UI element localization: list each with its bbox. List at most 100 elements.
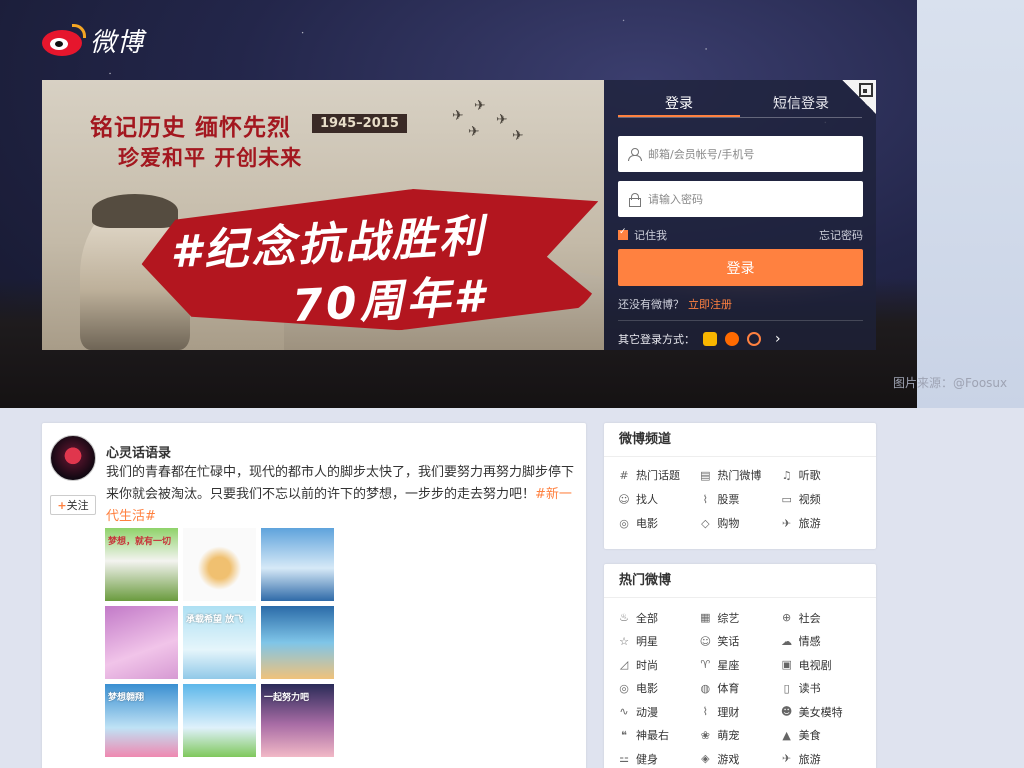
taobao-icon[interactable]: [725, 332, 739, 346]
chevron-right-icon[interactable]: ›: [775, 331, 781, 347]
hot-category-item-label: 明星: [636, 635, 658, 649]
remember-me-label: 记住我: [634, 229, 667, 242]
other-login-methods: 其它登录方式： ›: [618, 320, 863, 347]
hot-category-item[interactable]: ◿ 时尚: [618, 653, 699, 677]
username-field[interactable]: [618, 136, 863, 172]
hot-category-item[interactable]: ⊕ 社会: [781, 606, 862, 630]
paw-icon: ❀: [700, 728, 710, 742]
hot-category-item-label: 健身: [636, 752, 658, 766]
channels-card: 微博频道 # 热门话题 ▤ 热门微博 ♫ 听歌 ☺ 找人 ⌇ 股票 ▭ 视频 ◎ 电影 ◇ 购物 ✈ 旅游: [604, 423, 876, 549]
post-image[interactable]: [261, 606, 334, 679]
hot-category-item[interactable]: ❀ 萌宠: [699, 724, 780, 748]
hot-weibo-grid: ♨ 全部 ▦ 综艺 ⊕ 社会 ☆ 明星 ☺ 笑话 ☁ 情感 ◿ 时尚 ♈ 星座 ▣ 电视剧 ◎ 电影 ◍ 体育 ▯ 读书 ∿ 动漫…: [604, 598, 876, 768]
image-caption: 一起努力吧: [264, 693, 310, 703]
post-image[interactable]: [183, 684, 256, 757]
qq-icon[interactable]: [703, 332, 717, 346]
login-button[interactable]: 登录: [618, 249, 863, 286]
avatar[interactable]: [50, 435, 96, 481]
password-input[interactable]: [648, 192, 863, 206]
channel-item-label: 听歌: [798, 469, 821, 482]
chart-icon: ⌇: [702, 705, 709, 719]
follow-label: 关注: [66, 499, 89, 512]
hot-category-item-label: 美女模特: [798, 705, 843, 719]
gamepad-icon: ◈: [701, 752, 710, 766]
channel-item[interactable]: ☺ 找人: [618, 487, 699, 511]
channels-grid: # 热门话题 ▤ 热门微博 ♫ 听歌 ☺ 找人 ⌇ 股票 ▭ 视频 ◎ 电影 ◇ 购物 ✈ 旅游: [604, 457, 876, 535]
author-name[interactable]: 心灵话语录: [106, 442, 171, 461]
hot-category-item-label: 神最右: [636, 729, 669, 743]
hot-category-item[interactable]: ◎ 电影: [618, 677, 699, 701]
channel-item[interactable]: ◇ 购物: [699, 511, 780, 535]
post-image[interactable]: 一起努力吧: [261, 684, 334, 757]
channel-item[interactable]: ⌇ 股票: [699, 487, 780, 511]
hot-category-item[interactable]: ❝ 神最右: [618, 724, 699, 748]
channel-item[interactable]: ▤ 热门微博: [699, 463, 780, 487]
follow-button[interactable]: +关注: [50, 495, 96, 515]
hot-category-item[interactable]: ◈ 游戏: [699, 747, 780, 768]
hot-category-item[interactable]: ♈ 星座: [699, 653, 780, 677]
shoe-icon: ◿: [619, 658, 629, 672]
register-link[interactable]: 立即注册: [688, 298, 732, 311]
alipay-icon[interactable]: [747, 332, 761, 346]
post-image[interactable]: 承载希望 放飞: [183, 606, 256, 679]
login-panel: 登录 短信登录 记住我 忘记密码 登录 还没有微博？ 立即注册 其它登录方式： ›: [604, 80, 876, 350]
post-image[interactable]: [105, 606, 178, 679]
book-icon: ▯: [783, 681, 790, 695]
channel-item[interactable]: ◎ 电影: [618, 511, 699, 535]
promo-banner[interactable]: ✈ ✈ ✈ ✈ ✈ 铭记历史 缅怀先烈 珍爱和平 开创未来 1945–2015 #纪念抗…: [42, 80, 604, 350]
channel-item[interactable]: ▭ 视频: [781, 487, 862, 511]
tag-icon: ◇: [701, 516, 710, 530]
hot-weibo-card: 热门微博 ♨ 全部 ▦ 综艺 ⊕ 社会 ☆ 明星 ☺ 笑话 ☁ 情感 ◿ 时尚 ♈ 星座 ▣ 电视剧 ◎ 电影 ◍ 体育 ▯…: [604, 564, 876, 768]
channel-item[interactable]: # 热门话题: [618, 463, 699, 487]
channel-item-label: 找人: [636, 493, 658, 506]
weibo-eye-icon: [40, 23, 86, 58]
hot-category-item[interactable]: ⌇ 理财: [699, 700, 780, 724]
hot-category-item[interactable]: ☁ 情感: [781, 630, 862, 654]
hot-category-item-label: 星座: [717, 658, 740, 672]
weibo-logo[interactable]: 微博: [40, 22, 144, 59]
forgot-password-link[interactable]: 忘记密码: [819, 227, 863, 243]
hot-category-item[interactable]: ✈ 旅游: [781, 747, 862, 768]
cake-icon: ▲: [782, 728, 791, 742]
hot-category-item[interactable]: ♨ 全部: [618, 606, 699, 630]
hot-category-item[interactable]: ▦ 综艺: [699, 606, 780, 630]
post-body: 我们的青春都在忙碌中，现代的都市人的脚步太快了，我们要努力再努力脚步停下来你就会…: [106, 465, 575, 502]
register-row: 还没有微博？ 立即注册: [618, 296, 732, 312]
post-image[interactable]: [183, 528, 256, 601]
hot-category-item[interactable]: ∿ 动漫: [618, 700, 699, 724]
image-grid: 梦想，就有一切 承载希望 放飞 梦想翱翔 一起努力吧: [105, 528, 334, 757]
channel-item-label: 视频: [798, 493, 821, 506]
channel-item[interactable]: ✈ 旅游: [781, 511, 862, 535]
dragon-icon: ∿: [619, 705, 629, 719]
hot-weibo-title: 热门微博: [604, 564, 876, 598]
username-input[interactable]: [648, 147, 863, 161]
post-image[interactable]: [261, 528, 334, 601]
no-account-text: 还没有微博？: [618, 298, 684, 311]
logo-text: 微博: [90, 28, 145, 58]
user-icon: ☺: [618, 492, 630, 506]
hot-category-item[interactable]: ☻ 美女模特: [781, 700, 862, 724]
hot-category-item[interactable]: ⚍ 健身: [618, 747, 699, 768]
tab-login[interactable]: 登录: [618, 92, 740, 117]
hot-category-item[interactable]: ◍ 体育: [699, 677, 780, 701]
user-icon: [628, 148, 642, 161]
hot-category-item[interactable]: ▯ 读书: [781, 677, 862, 701]
chart-icon: ⌇: [702, 492, 709, 506]
password-field[interactable]: [618, 181, 863, 217]
remember-me-checkbox[interactable]: 记住我: [618, 227, 667, 243]
plane-icon: ✈: [782, 752, 792, 766]
hot-category-item[interactable]: ▣ 电视剧: [781, 653, 862, 677]
ball-icon: ◍: [700, 681, 711, 695]
post-image[interactable]: 梦想翱翔: [105, 684, 178, 757]
channel-item[interactable]: ♫ 听歌: [781, 463, 862, 487]
hot-category-item[interactable]: ☆ 明星: [618, 630, 699, 654]
hot-category-item[interactable]: ▲ 美食: [781, 724, 862, 748]
hash-icon: #: [619, 468, 629, 482]
tab-sms-login[interactable]: 短信登录: [740, 92, 862, 117]
post-image[interactable]: 梦想，就有一切: [105, 528, 178, 601]
hot-category-item-label: 体育: [717, 682, 740, 696]
lock-icon: [628, 193, 641, 207]
video-icon: ▭: [781, 492, 792, 506]
banner-headline: 铭记历史 缅怀先烈: [90, 115, 292, 141]
hot-category-item[interactable]: ☺ 笑话: [699, 630, 780, 654]
